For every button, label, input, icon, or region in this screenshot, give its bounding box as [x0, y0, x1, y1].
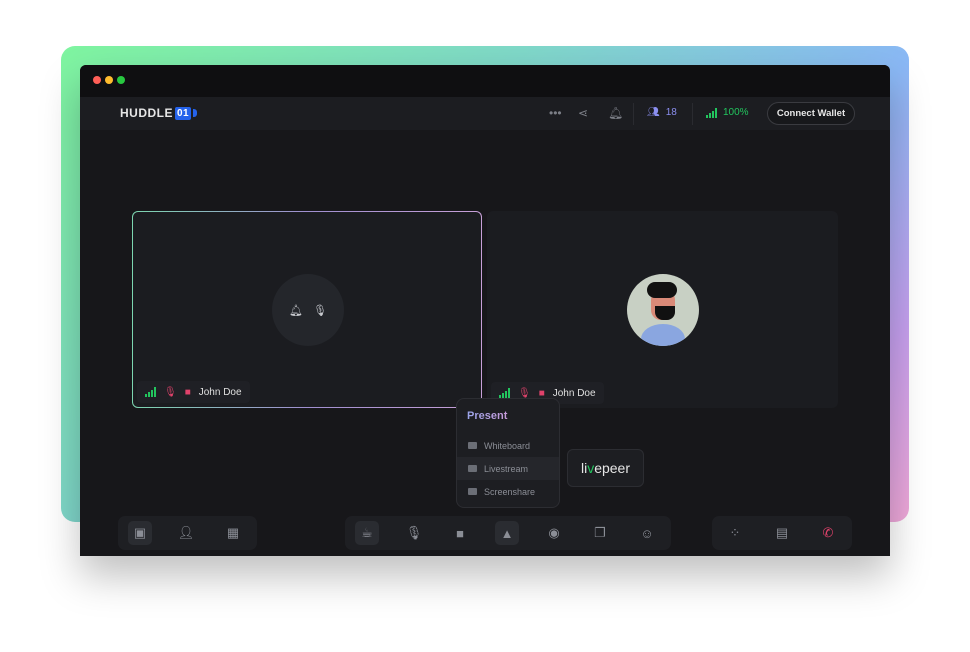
menu-item-label: Screenshare: [484, 486, 536, 497]
peers-button[interactable]: 👥︎ 18: [647, 107, 677, 118]
user-settings-icon[interactable]: 👤︎: [174, 521, 198, 545]
mic-muted-icon: 🎙︎: [164, 386, 177, 398]
share-icon[interactable]: ⋖: [578, 106, 588, 120]
signal-icon: [706, 107, 717, 118]
signal-strength: 100%: [706, 107, 749, 118]
mic-icon: 🎙︎: [313, 304, 327, 317]
signal-value: 100%: [723, 107, 749, 118]
mic-muted-icon: 🎙︎: [518, 387, 531, 399]
video-tile[interactable]: 🎙︎ ■ John Doe: [487, 211, 838, 408]
signal-icon: [145, 387, 156, 397]
grid-layout-icon[interactable]: ▦: [221, 521, 245, 545]
brand-text: epeer: [594, 460, 631, 476]
video-off-icon: ■: [184, 386, 191, 398]
users-icon: 👥︎: [647, 107, 660, 118]
microphone-icon[interactable]: 🎙︎: [402, 521, 426, 545]
participant-label: 🎙︎ ■ John Doe: [137, 381, 250, 403]
left-controls: ▣ 👤︎ ▦: [118, 516, 257, 550]
avatar: [627, 274, 699, 346]
video-off-icon: ■: [538, 387, 545, 399]
menu-item-whiteboard[interactable]: Whiteboard: [457, 434, 559, 457]
menu-item-label: Livestream: [484, 463, 529, 474]
close-window-button[interactable]: [93, 76, 101, 84]
center-controls: ☕︎ 🎙︎ ■ ▲ ◉ ❐ ☺: [345, 516, 671, 550]
whiteboard-icon: [468, 442, 477, 449]
right-controls: ⁘ ▤ ✆: [712, 516, 852, 550]
apps-icon[interactable]: ⁘: [723, 521, 747, 545]
participant-name: John Doe: [198, 386, 242, 398]
files-icon[interactable]: ❐: [588, 521, 612, 545]
menu-item-livestream[interactable]: Livestream: [457, 457, 559, 480]
screenshare-icon: [468, 488, 477, 495]
divider: [633, 103, 634, 125]
audio-placeholder: 🔔︎ 🎙︎: [272, 274, 344, 346]
brand-mark: v: [587, 460, 595, 476]
logo-number: 01: [175, 106, 192, 120]
video-camera-icon[interactable]: ■: [448, 521, 472, 545]
bell-icon: 🔔︎: [289, 304, 303, 317]
chat-icon[interactable]: ▤: [770, 521, 794, 545]
livestream-icon: [468, 465, 477, 472]
more-icon[interactable]: •••: [549, 106, 562, 120]
top-header: HUDDLE 01 ••• ⋖ 🔔︎ 👥︎ 18 100% Connect Wall…: [80, 97, 890, 130]
divider: [692, 103, 693, 125]
coffee-break-icon[interactable]: ☕︎: [355, 521, 379, 545]
title-bar: [80, 65, 890, 97]
menu-title: Present: [457, 399, 559, 434]
emoji-icon[interactable]: ☺: [635, 521, 659, 545]
maximize-window-button[interactable]: [117, 76, 125, 84]
participant-name: John Doe: [552, 387, 596, 399]
connect-wallet-button[interactable]: Connect Wallet: [767, 102, 855, 125]
minimize-window-button[interactable]: [105, 76, 113, 84]
end-call-icon[interactable]: ✆: [816, 521, 840, 545]
video-tile[interactable]: 🔔︎ 🎙︎ 🎙︎ ■ John Doe: [132, 211, 482, 408]
bot-icon[interactable]: ▣: [128, 521, 152, 545]
record-icon[interactable]: ◉: [542, 521, 566, 545]
menu-item-label: Whiteboard: [484, 440, 531, 451]
menu-item-screenshare[interactable]: Screenshare: [457, 480, 559, 503]
signal-icon: [499, 388, 510, 398]
present-screen-icon[interactable]: ▲: [495, 521, 519, 545]
bell-icon[interactable]: 🔔︎: [608, 106, 623, 120]
logo-text: HUDDLE: [120, 106, 173, 120]
huddle-logo: HUDDLE 01: [120, 106, 198, 120]
present-menu: Present Whiteboard Livestream Screenshar…: [456, 398, 560, 508]
peer-count: 18: [665, 107, 677, 118]
livepeer-tooltip: li v epeer: [567, 449, 644, 487]
camera-icon: [193, 109, 198, 117]
app-window: HUDDLE 01 ••• ⋖ 🔔︎ 👥︎ 18 100% Connect Wall…: [80, 65, 890, 556]
